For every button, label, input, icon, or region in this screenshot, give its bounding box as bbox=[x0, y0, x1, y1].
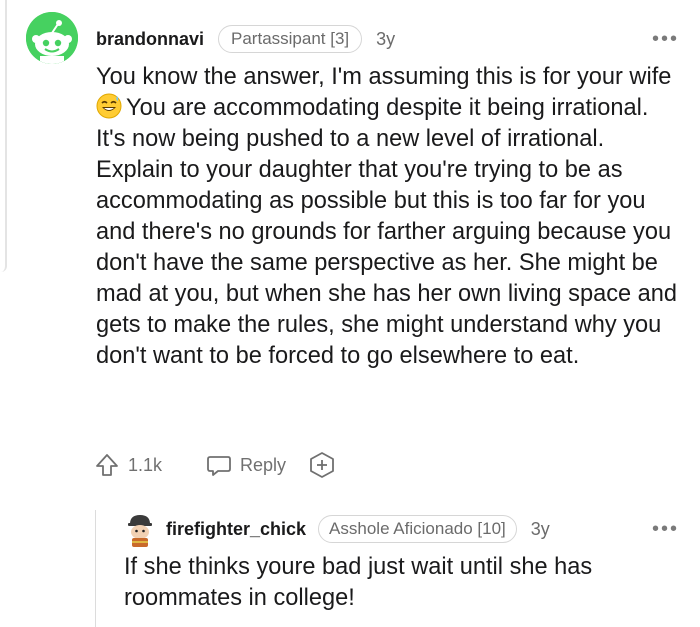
upvote-arrow-icon[interactable] bbox=[94, 452, 120, 478]
left-edge-divider bbox=[0, 0, 7, 272]
comment-age: 3y bbox=[376, 28, 396, 49]
grinning-sweat-emoji-icon bbox=[96, 93, 122, 119]
snoo-avatar-icon bbox=[26, 12, 78, 64]
comment-text-part1: You know the answer, I'm assuming this i… bbox=[96, 64, 672, 90]
reply-user-flair: Asshole Aficionado [10] bbox=[318, 515, 517, 543]
reply-label: Reply bbox=[240, 454, 287, 475]
reply-button[interactable]: Reply bbox=[206, 452, 286, 478]
user-avatar[interactable] bbox=[26, 12, 78, 64]
upvote-count: 1.1k bbox=[128, 454, 163, 475]
reply-user-avatar[interactable] bbox=[124, 512, 156, 548]
firefighter-avatar-icon bbox=[128, 515, 152, 547]
thread-line[interactable] bbox=[95, 510, 96, 627]
comment-actions: 1.1k Reply bbox=[94, 450, 336, 480]
comment-header: brandonnavi Partassipant [3] 3y bbox=[96, 24, 395, 54]
more-options-button[interactable]: ••• bbox=[652, 28, 679, 51]
upvote-button[interactable]: 1.1k bbox=[94, 452, 162, 478]
reply-more-options-button[interactable]: ••• bbox=[652, 518, 679, 541]
reply-age: 3y bbox=[530, 518, 550, 539]
user-flair: Partassipant [3] bbox=[218, 25, 363, 53]
award-button[interactable] bbox=[308, 451, 336, 479]
reply-username[interactable]: firefighter_chick bbox=[166, 519, 306, 540]
comment-text-part2: You are accommodating despite it being i… bbox=[96, 95, 678, 369]
reply-header: firefighter_chick Asshole Aficionado [10… bbox=[166, 514, 550, 544]
award-plus-icon bbox=[310, 452, 334, 478]
reply-bubble-icon bbox=[207, 456, 231, 476]
comment-body: You know the answer, I'm assuming this i… bbox=[96, 62, 681, 372]
reply-body: If she thinks youre bad just wait until … bbox=[124, 554, 593, 611]
comment-username[interactable]: brandonnavi bbox=[96, 29, 204, 50]
